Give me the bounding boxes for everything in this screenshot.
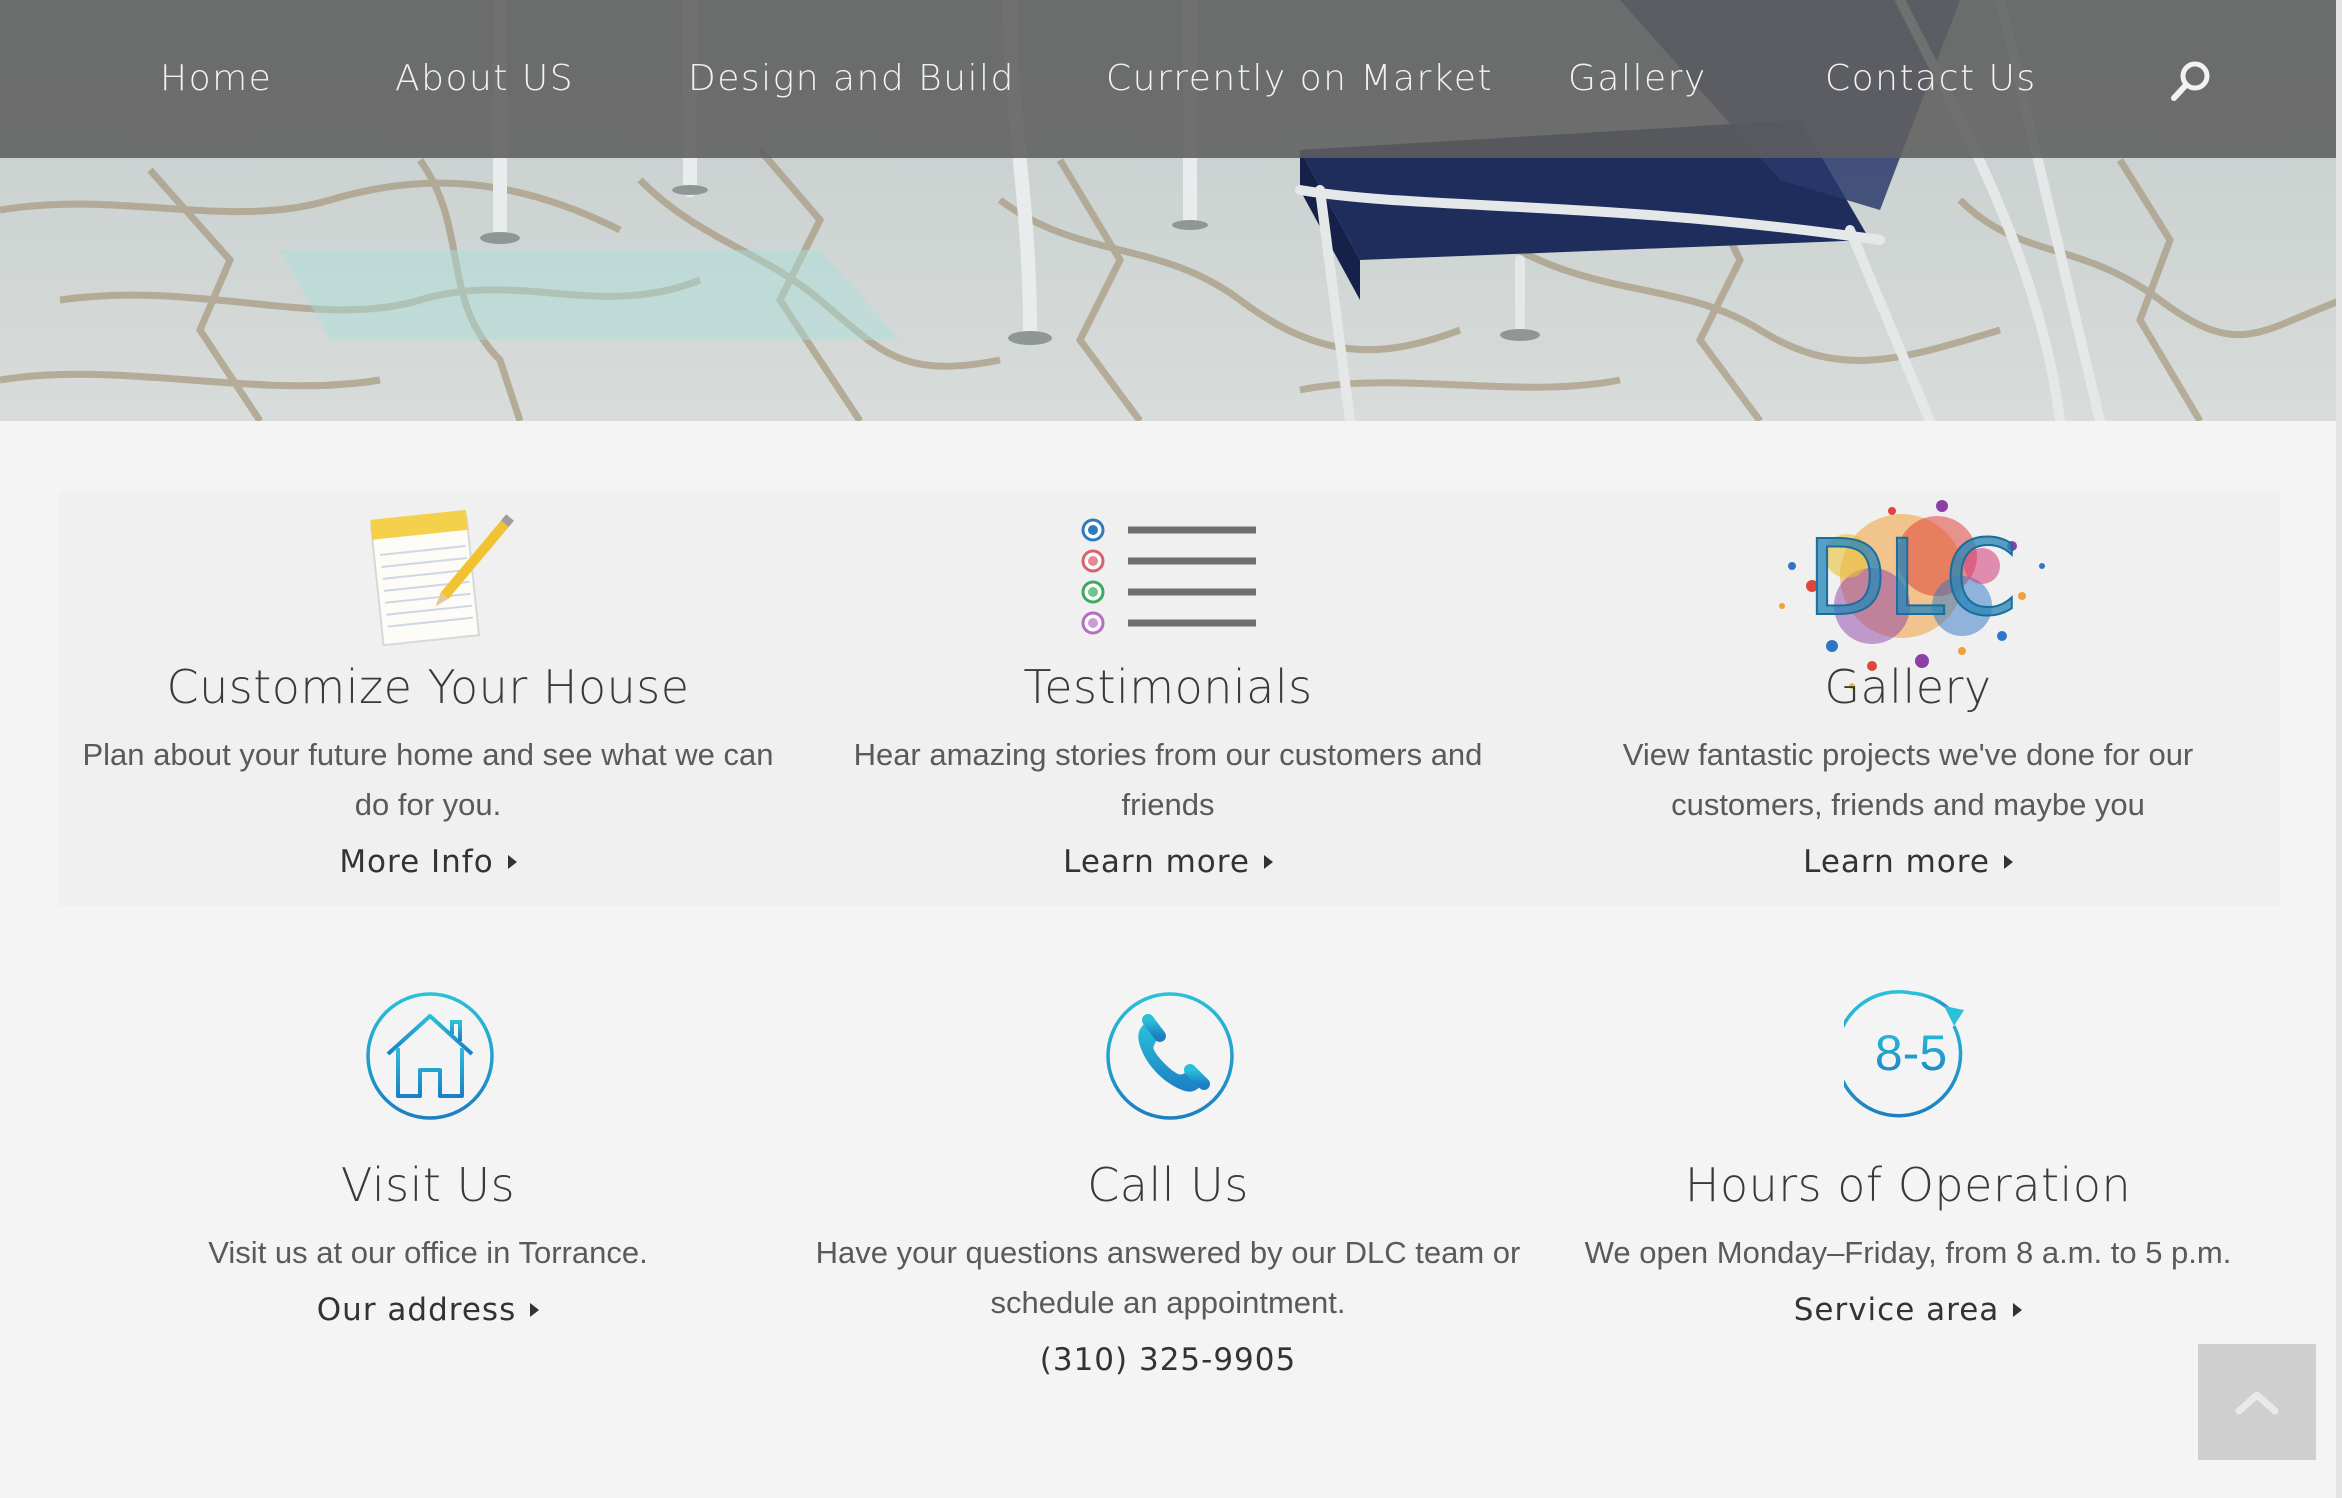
feature-description-line: Plan about your future home and see what… bbox=[82, 737, 774, 772]
nav-design-and-build[interactable]: Design and Build bbox=[688, 58, 1015, 99]
link-label: Our address bbox=[316, 1292, 517, 1328]
feature-description: Hear amazing stories from our customers … bbox=[800, 730, 1536, 830]
nav-currently-on-market[interactable]: Currently on Market bbox=[1106, 58, 1493, 99]
feature-description: View fantastic projects we've done for o… bbox=[1540, 730, 2276, 830]
contact-title: Call Us bbox=[1087, 1158, 1249, 1212]
top-navigation: Home About US Design and Build Currently… bbox=[0, 0, 2342, 158]
logo-text: DLC bbox=[1807, 517, 2018, 639]
caret-right-icon bbox=[507, 855, 517, 869]
contact-description: We open Monday–Friday, from 8 a.m. to 5 … bbox=[1584, 1235, 2232, 1270]
feature-testimonials: Testimonials Hear amazing stories from o… bbox=[800, 660, 1536, 880]
contact-call-us: Call Us Have your questions answered by … bbox=[800, 1158, 1536, 1378]
feature-description-line: friends bbox=[1121, 787, 1215, 822]
nav-about-us[interactable]: About US bbox=[395, 58, 574, 99]
link-label: More Info bbox=[339, 844, 494, 880]
notepad-icon bbox=[369, 500, 520, 665]
search-icon[interactable] bbox=[2168, 58, 2214, 104]
feature-description: Plan about your future home and see what… bbox=[60, 730, 796, 830]
link-label: Learn more bbox=[1803, 844, 1990, 880]
feature-description-line: do for you. bbox=[354, 787, 502, 822]
feature-gallery: Gallery View fantastic projects we've do… bbox=[1540, 660, 2276, 880]
contact-title: Visit Us bbox=[340, 1158, 516, 1212]
contact-description-line: Have your questions answered by our DLC … bbox=[815, 1235, 1521, 1270]
learn-more-link[interactable]: Learn more bbox=[1063, 844, 1273, 880]
phone-icon bbox=[1104, 990, 1236, 1127]
phone-number[interactable]: (310) 325-9905 bbox=[800, 1342, 1536, 1378]
feature-description-line: View fantastic projects we've done for o… bbox=[1622, 737, 2194, 772]
chevron-up-icon bbox=[2235, 1391, 2279, 1415]
caret-right-icon bbox=[2003, 855, 2013, 869]
caret-right-icon bbox=[2013, 1303, 2023, 1317]
learn-more-link[interactable]: Learn more bbox=[1803, 844, 2013, 880]
feature-description-line: Hear amazing stories from our customers … bbox=[853, 737, 1483, 772]
link-label: Service area bbox=[1793, 1292, 2000, 1328]
feature-title: Testimonials bbox=[1023, 660, 1313, 714]
contact-description: Visit us at our office in Torrance. bbox=[208, 1235, 648, 1270]
nav-contact-us[interactable]: Contact Us bbox=[1825, 58, 2037, 99]
contact-hours: Hours of Operation We open Monday–Friday… bbox=[1540, 1158, 2276, 1328]
feature-title: Gallery bbox=[1824, 660, 1992, 714]
page-scrollbar-track bbox=[2336, 0, 2342, 1498]
nav-gallery[interactable]: Gallery bbox=[1568, 58, 1707, 99]
contact-visit-us: Visit Us Visit us at our office in Torra… bbox=[60, 1158, 796, 1328]
house-icon bbox=[364, 990, 496, 1127]
contact-title: Hours of Operation bbox=[1684, 1158, 2132, 1212]
feature-title: Customize Your House bbox=[166, 660, 690, 714]
clock-icon: 8-5 bbox=[1834, 988, 1978, 1127]
contact-description-line: schedule an appointment. bbox=[990, 1285, 1346, 1320]
link-label: Learn more bbox=[1063, 844, 1250, 880]
feature-customize: Customize Your House Plan about your fut… bbox=[60, 660, 796, 880]
our-address-link[interactable]: Our address bbox=[316, 1292, 540, 1328]
nav-home[interactable]: Home bbox=[160, 58, 272, 99]
service-area-link[interactable]: Service area bbox=[1794, 1292, 2023, 1328]
scroll-to-top-button[interactable] bbox=[2198, 1344, 2316, 1460]
hours-badge: 8-5 bbox=[1875, 1025, 1947, 1081]
more-info-link[interactable]: More Info bbox=[339, 844, 517, 880]
caret-right-icon bbox=[530, 1303, 540, 1317]
feature-description-line: customers, friends and maybe you bbox=[1671, 787, 2145, 822]
contact-description: Have your questions answered by our DLC … bbox=[800, 1228, 1536, 1328]
list-icon bbox=[1078, 516, 1268, 641]
caret-right-icon bbox=[1263, 855, 1273, 869]
